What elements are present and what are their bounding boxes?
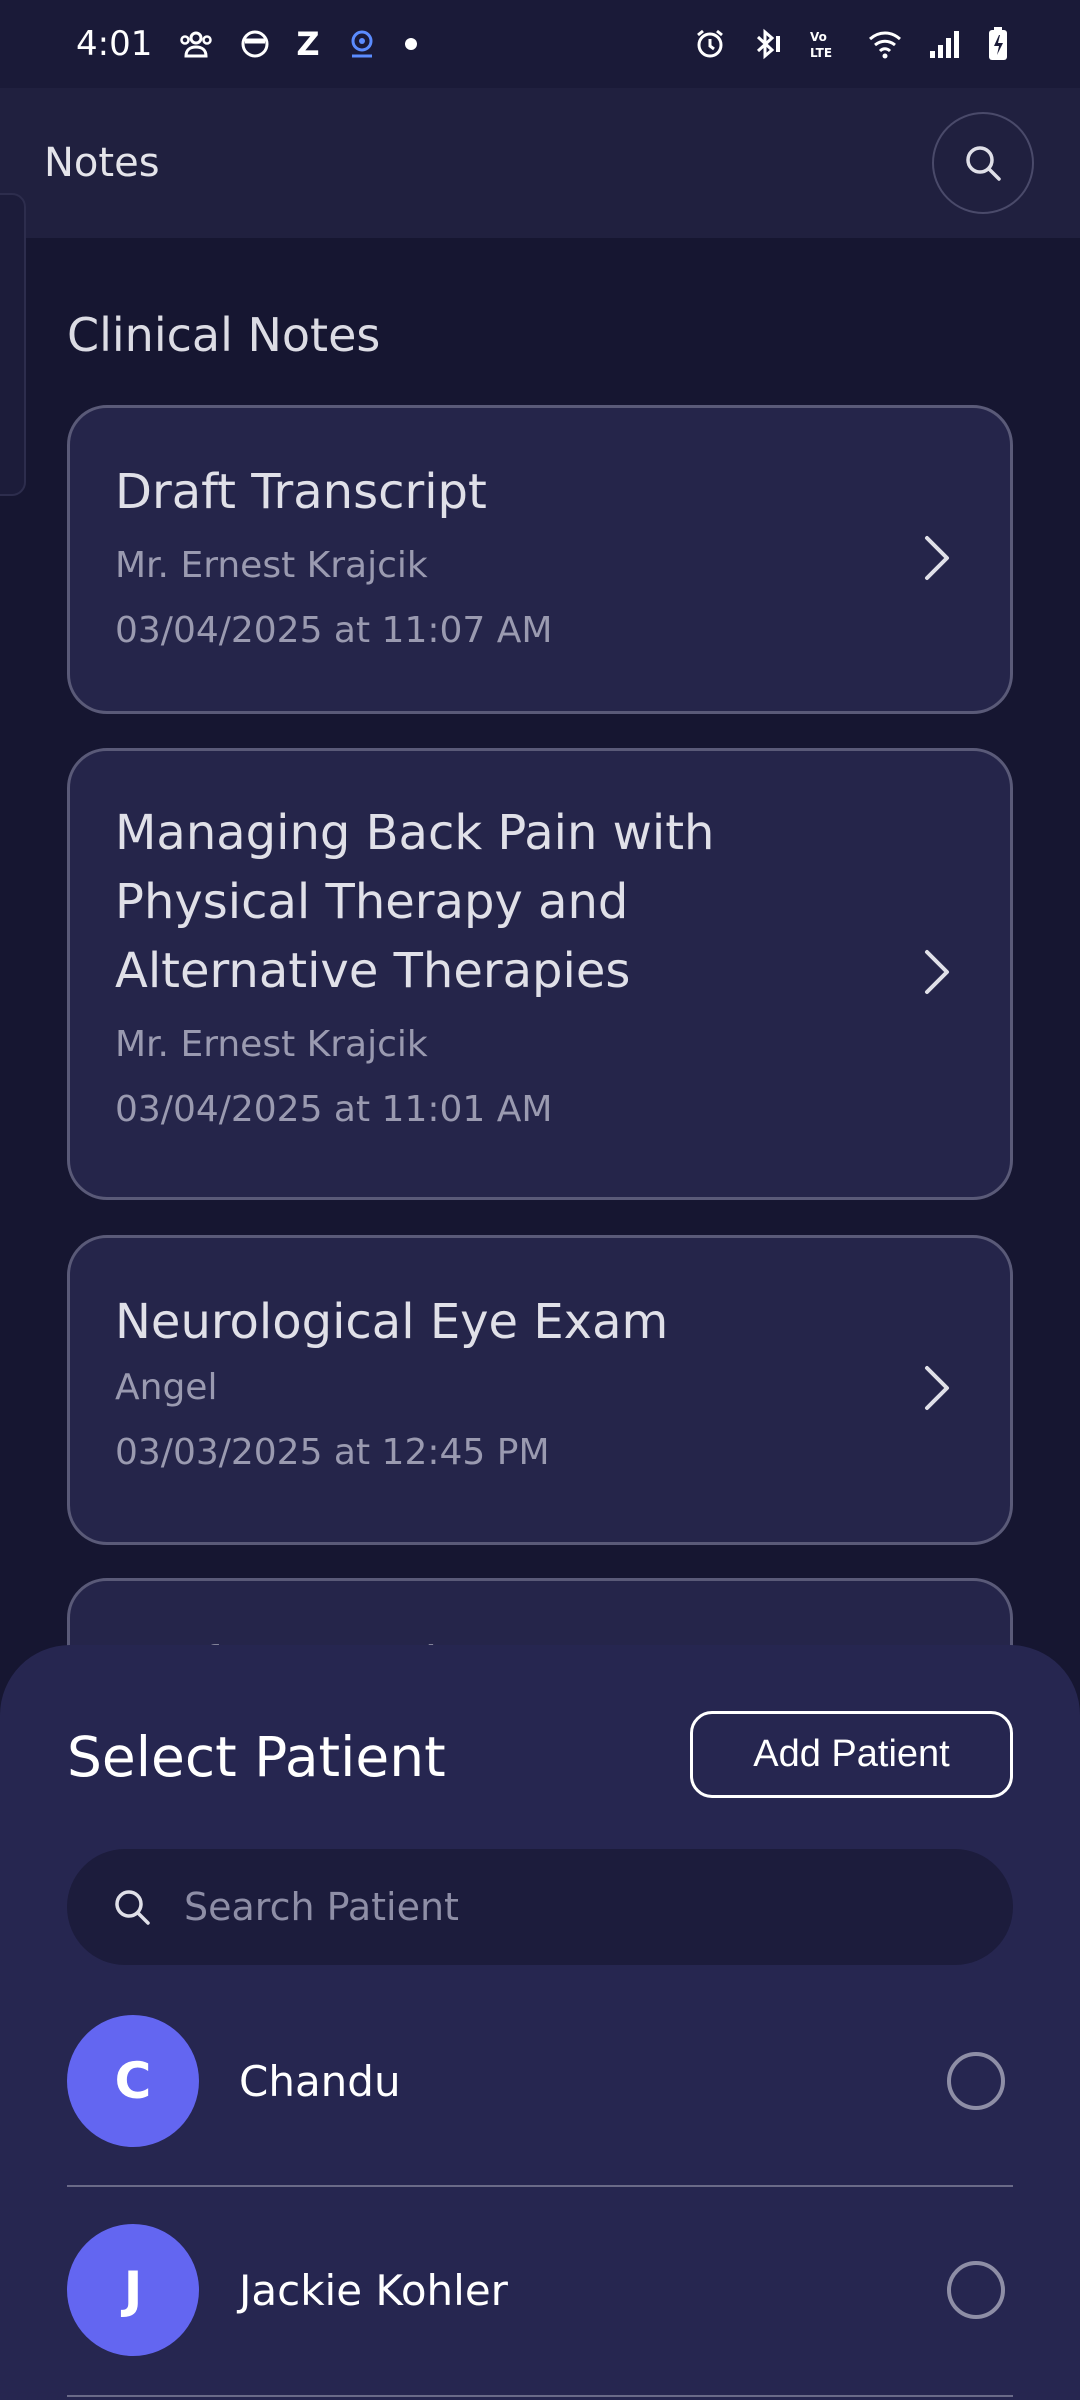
volte-icon: Vo LTE [808, 28, 842, 60]
note-patient: Angel [115, 1367, 218, 1408]
status-right: Vo LTE [694, 27, 1008, 61]
patient-radio[interactable] [947, 2052, 1005, 2110]
z-icon: Z [296, 25, 320, 63]
patient-search-bar[interactable] [67, 1849, 1013, 1965]
alarm-icon [694, 28, 726, 60]
sheet-title: Select Patient [67, 1725, 446, 1789]
divider [67, 2185, 1013, 2187]
app-bar: Notes [0, 88, 1080, 238]
status-bar: 4:01 Z Vo LTE [0, 0, 1080, 88]
add-patient-button[interactable]: Add Patient [690, 1711, 1013, 1798]
patient-name: Chandu [239, 2056, 401, 2106]
note-datetime: 03/04/2025 at 11:07 AM [115, 610, 553, 651]
chevron-right-icon [922, 947, 952, 1001]
chevron-right-icon [922, 1363, 952, 1417]
patient-radio[interactable] [947, 2261, 1005, 2319]
note-datetime: 03/03/2025 at 12:45 PM [115, 1432, 550, 1473]
patient-list-item[interactable]: J Jackie Kohler [67, 2210, 1013, 2370]
note-patient: Mr. Ernest Krajcik [115, 1024, 428, 1065]
camera-icon [346, 28, 378, 60]
battery-icon [988, 27, 1008, 61]
chevron-right-icon [922, 533, 952, 587]
avatar: C [67, 2015, 199, 2147]
search-icon [115, 1890, 150, 1925]
face-icon [240, 29, 270, 59]
people-icon [178, 29, 214, 59]
search-button[interactable] [932, 112, 1034, 214]
status-time: 4:01 [76, 24, 153, 64]
divider [67, 2395, 1013, 2397]
signal-icon [928, 29, 962, 59]
note-card[interactable]: Draft Transcript Mr. Ernest Krajcik 03/0… [67, 405, 1013, 714]
section-title: Clinical Notes [67, 308, 381, 362]
bluetooth-icon [752, 28, 782, 60]
wifi-icon [868, 29, 902, 59]
search-icon [966, 146, 1001, 181]
patient-list-item[interactable]: C Chandu [67, 2001, 1013, 2161]
page-title: Notes [44, 140, 160, 186]
note-title: Managing Back Pain with Physical Therapy… [115, 805, 715, 999]
avatar: J [67, 2224, 199, 2356]
status-left: 4:01 Z [76, 24, 418, 64]
svg-text:Vo: Vo [810, 30, 827, 44]
note-datetime: 03/04/2025 at 11:01 AM [115, 1089, 553, 1130]
note-patient: Mr. Ernest Krajcik [115, 545, 428, 586]
note-card[interactable]: Neurological Eye Exam Angel 03/03/2025 a… [67, 1235, 1013, 1545]
note-title: Neurological Eye Exam [115, 1294, 669, 1350]
dot-icon [404, 37, 418, 51]
note-card[interactable]: Managing Back Pain with Physical Therapy… [67, 748, 1013, 1200]
side-drawer-handle[interactable] [0, 193, 26, 496]
patient-name: Jackie Kohler [239, 2265, 508, 2315]
note-title: Draft Transcript [115, 464, 487, 520]
patient-search-input[interactable] [184, 1885, 884, 1929]
svg-text:LTE: LTE [810, 46, 832, 60]
